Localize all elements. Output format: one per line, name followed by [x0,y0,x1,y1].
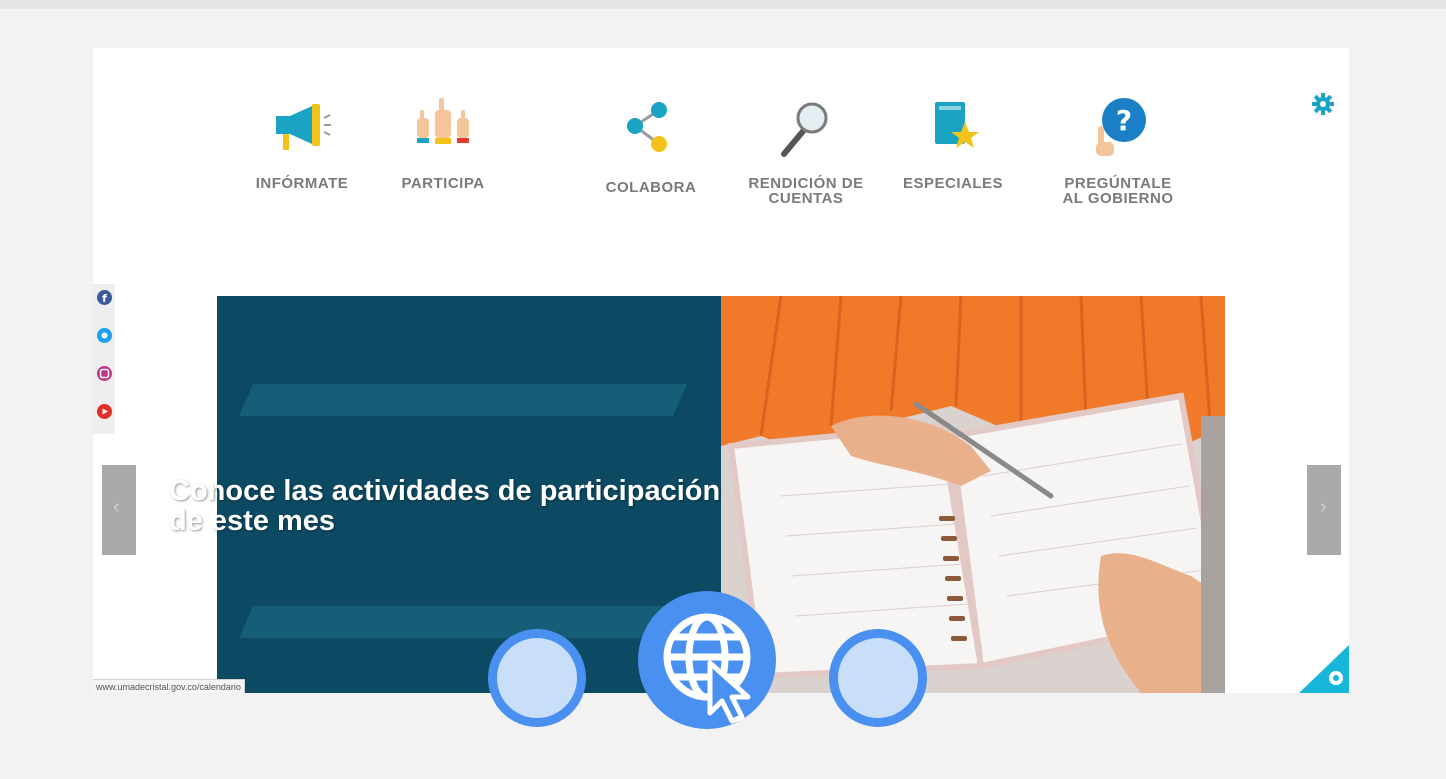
nav-label: ESPECIALES [902,175,1004,192]
globe-cursor-icon[interactable] [638,591,776,729]
chevron-left-icon: ‹ [113,496,120,518]
nav-label: COLABORA [605,179,697,196]
nav-colabora[interactable]: COLABORA [581,96,721,195]
nav-preguntale-al-gobierno[interactable]: ? PREGÚNTALE AL GOBIERNO [1048,96,1188,206]
book-star-icon [921,96,985,160]
svg-text:f: f [102,292,107,305]
slide-title: Conoce las actividades de participación … [169,476,809,536]
decorative-stripe [239,384,687,416]
nav-especiales[interactable]: ESPECIALES [883,96,1023,191]
social-bar: f [93,284,115,434]
nav-participa[interactable]: PARTICIPA [373,96,513,191]
corner-accessibility-button[interactable] [1299,645,1349,693]
decorative-stripe [239,606,687,638]
nav-label: PREGÚNTALE AL GOBIERNO [1062,175,1174,207]
top-strip [0,0,1446,9]
twitter-icon[interactable] [97,328,112,343]
overlay-circle-right[interactable] [829,629,927,727]
nav-label: PARTICIPA [401,175,485,192]
youtube-icon[interactable] [97,404,112,419]
overlay-circle-left[interactable] [488,629,586,727]
nav-rendicion-de-cuentas[interactable]: RENDICIÓN DE CUENTAS [736,96,876,206]
facebook-icon[interactable]: f [97,290,112,305]
slider-prev-button[interactable]: ‹ [102,465,136,555]
magnifier-icon [774,96,838,160]
instagram-icon[interactable] [97,366,112,381]
nav-label: INFÓRMATE [255,175,349,192]
nav-informate[interactable]: INFÓRMATE [232,96,372,191]
raised-hands-icon [411,96,475,160]
share-nodes-icon [619,96,683,160]
nav-label: RENDICIÓN DE CUENTAS [748,175,864,207]
chevron-right-icon: › [1320,496,1327,518]
svg-text:?: ? [1116,104,1132,137]
slide-title-line: Conoce las actividades de participación [169,475,721,507]
megaphone-icon [270,96,334,160]
gear-icon[interactable] [1311,92,1335,116]
question-hand-icon: ? [1086,96,1150,160]
slider-next-button[interactable]: › [1307,465,1341,555]
slide-title-line: de este mes [169,505,336,537]
status-bar-url: www.umadecristal.gov.co/calendario [93,679,245,693]
